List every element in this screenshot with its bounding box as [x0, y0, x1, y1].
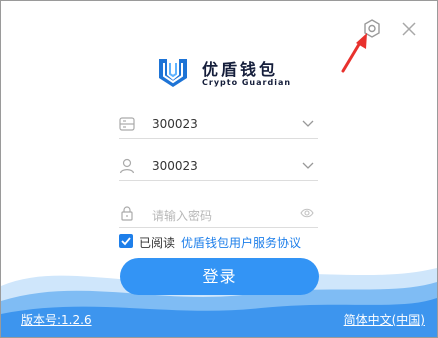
eye-icon[interactable]	[300, 208, 314, 218]
version-link[interactable]: 版本号:1.2.6	[21, 311, 92, 328]
user-icon	[119, 158, 135, 174]
agreement-checkbox[interactable]	[119, 234, 133, 248]
brand-name-en: Crypto Guardian	[202, 78, 292, 87]
login-button[interactable]: 登录	[120, 258, 319, 295]
account-select[interactable]: 300023	[119, 156, 318, 181]
server-select[interactable]: 300023	[119, 114, 318, 139]
password-placeholder: 请输入密码	[152, 209, 213, 223]
password-field[interactable]: 请输入密码	[119, 203, 318, 228]
login-window: 优盾钱包 Crypto Guardian 300023 300023 请输入密码…	[0, 0, 438, 338]
annotation-arrow-icon	[341, 33, 367, 73]
agreement-prefix: 已阅读	[139, 236, 176, 250]
agreement-link[interactable]: 优盾钱包用户服务协议	[181, 234, 301, 251]
language-link[interactable]: 简体中文(中国)	[344, 311, 425, 328]
chevron-down-icon[interactable]	[302, 120, 314, 128]
lock-icon	[121, 206, 133, 221]
close-icon[interactable]	[400, 20, 418, 38]
account-value: 300023	[152, 159, 198, 173]
checkmark-icon	[121, 237, 131, 246]
server-value: 300023	[152, 117, 198, 131]
brand-name-cn: 优盾钱包	[202, 60, 279, 79]
crypto-guardian-logo	[159, 59, 187, 87]
chevron-down-icon[interactable]	[302, 162, 314, 170]
server-icon	[119, 117, 135, 131]
